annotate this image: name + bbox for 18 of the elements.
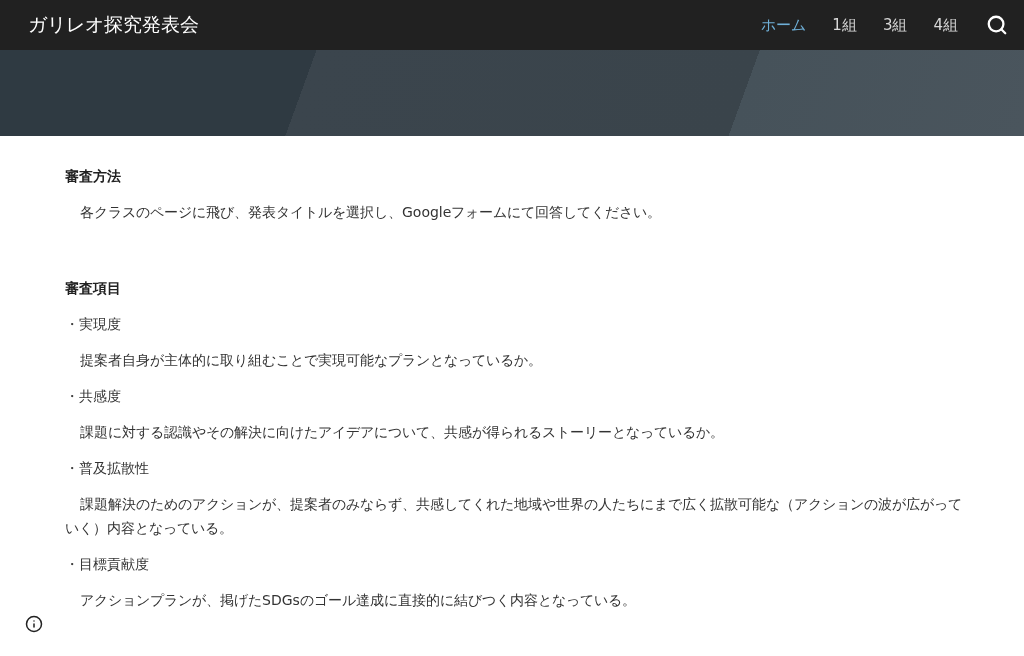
search-icon[interactable] [986, 14, 1008, 36]
paragraph: 各クラスのページに飛び、発表タイトルを選択し、Googleフォームにて回答してください。 [79, 203, 663, 222]
paragraph: アクションプランが、掲げたSDGsのゴール達成に直接的に結びつく内容となっている。 [79, 591, 637, 610]
paragraph: 提案者自身が主体的に取り組むことで実現可能なプランとなっているか。 [79, 351, 543, 370]
criterion-label: ・実現度 [65, 315, 122, 334]
nav-link[interactable]: 4組 [933, 15, 958, 35]
criterion-label: ・共感度 [65, 387, 122, 406]
site-title: ガリレオ探究発表会 [28, 12, 200, 37]
criterion-label: ・目標貢献度 [65, 555, 150, 574]
info-icon[interactable] [25, 615, 43, 633]
criterion-label: ・普及拡散性 [65, 459, 150, 478]
nav-link[interactable]: 3組 [882, 15, 908, 35]
section-heading: 審査項目 [65, 279, 122, 298]
nav-link[interactable]: 1組 [832, 15, 857, 35]
paragraph: 課題解決のためのアクションが、提案者のみならず、共感してくれた地域や世界の人たちにまで広く拡散可能な（アクションの波が広がっていく）内容となっている。 [65, 495, 963, 538]
section-heading: 審査方法 [65, 167, 122, 186]
nav-link[interactable]: ホーム [761, 15, 807, 35]
paragraph: 課題に対する認識やその解決に向けたアイデアについて、共感が得られるストーリーとなっているか。 [79, 423, 725, 442]
